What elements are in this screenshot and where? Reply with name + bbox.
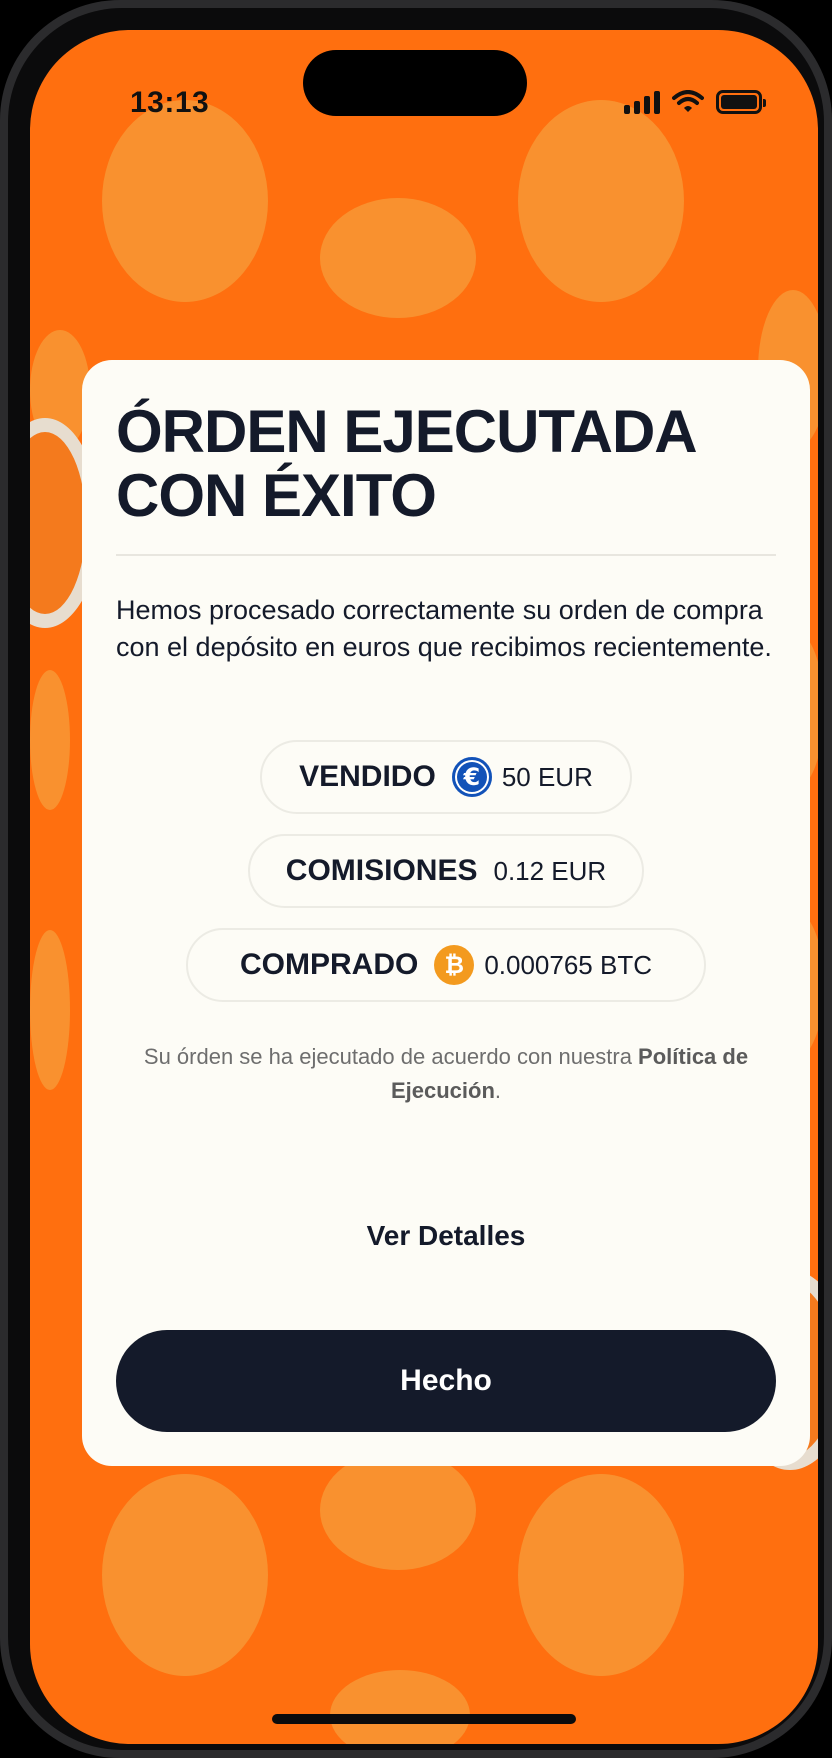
summary-pill-bought: COMPRADO ₿ 0.000765 BTC [186, 928, 706, 1002]
page-title: ÓRDEN EJECUTADA CON ÉXITO [116, 398, 695, 529]
dynamic-island [303, 50, 527, 116]
background-blob [102, 100, 268, 302]
execution-policy-note: Su órden se ha ejecutado de acuerdo con … [116, 1040, 776, 1108]
summary-value: 50 EUR [501, 761, 593, 792]
euro-coin-icon: € [451, 757, 492, 797]
confirmation-card: ÓRDEN EJECUTADA CON ÉXITO Hemos procesad… [82, 360, 810, 1466]
phone-bezel: 13:13 ÓRDEN EJECUTADA CON ÉXITO Hemos pr… [8, 8, 824, 1750]
summary-pill-fees: COMISIONES 0.12 EUR [248, 834, 644, 908]
confirmation-message: Hemos procesado correctamente su orden d… [116, 595, 772, 662]
background-blob [320, 1450, 476, 1570]
phone-frame: 13:13 ÓRDEN EJECUTADA CON ÉXITO Hemos pr… [0, 0, 832, 1758]
cellular-signal-icon [624, 90, 660, 114]
background-blob [518, 1474, 684, 1676]
wifi-icon [672, 90, 704, 112]
summary-label: COMISIONES [285, 854, 478, 887]
background-blob [102, 1474, 268, 1676]
summary-value: 0.000765 BTC [484, 949, 652, 980]
summary-label: COMPRADO [239, 948, 419, 981]
background-blob [518, 100, 684, 302]
note-text-end: . [494, 1078, 502, 1103]
summary-value: 0.12 EUR [493, 855, 607, 886]
note-text: Su órden se ha ejecutado de acuerdo con … [143, 1044, 639, 1069]
app-screen: 13:13 ÓRDEN EJECUTADA CON ÉXITO Hemos pr… [30, 30, 818, 1744]
status-time: 13:13 [130, 86, 210, 119]
background-blob [320, 198, 476, 318]
view-details-link[interactable]: Ver Detalles [82, 1220, 810, 1252]
background-blob [30, 670, 70, 810]
bitcoin-coin-icon: ₿ [434, 945, 475, 985]
summary-pill-sold: VENDIDO € 50 EUR [260, 740, 632, 814]
done-button[interactable]: Hecho [116, 1330, 776, 1432]
divider [116, 554, 776, 556]
status-icons [624, 86, 766, 118]
summary-label: VENDIDO [299, 760, 436, 793]
background-blob [30, 930, 70, 1090]
background-blob [330, 1670, 470, 1744]
home-indicator[interactable] [272, 1714, 576, 1724]
battery-icon [716, 90, 766, 114]
